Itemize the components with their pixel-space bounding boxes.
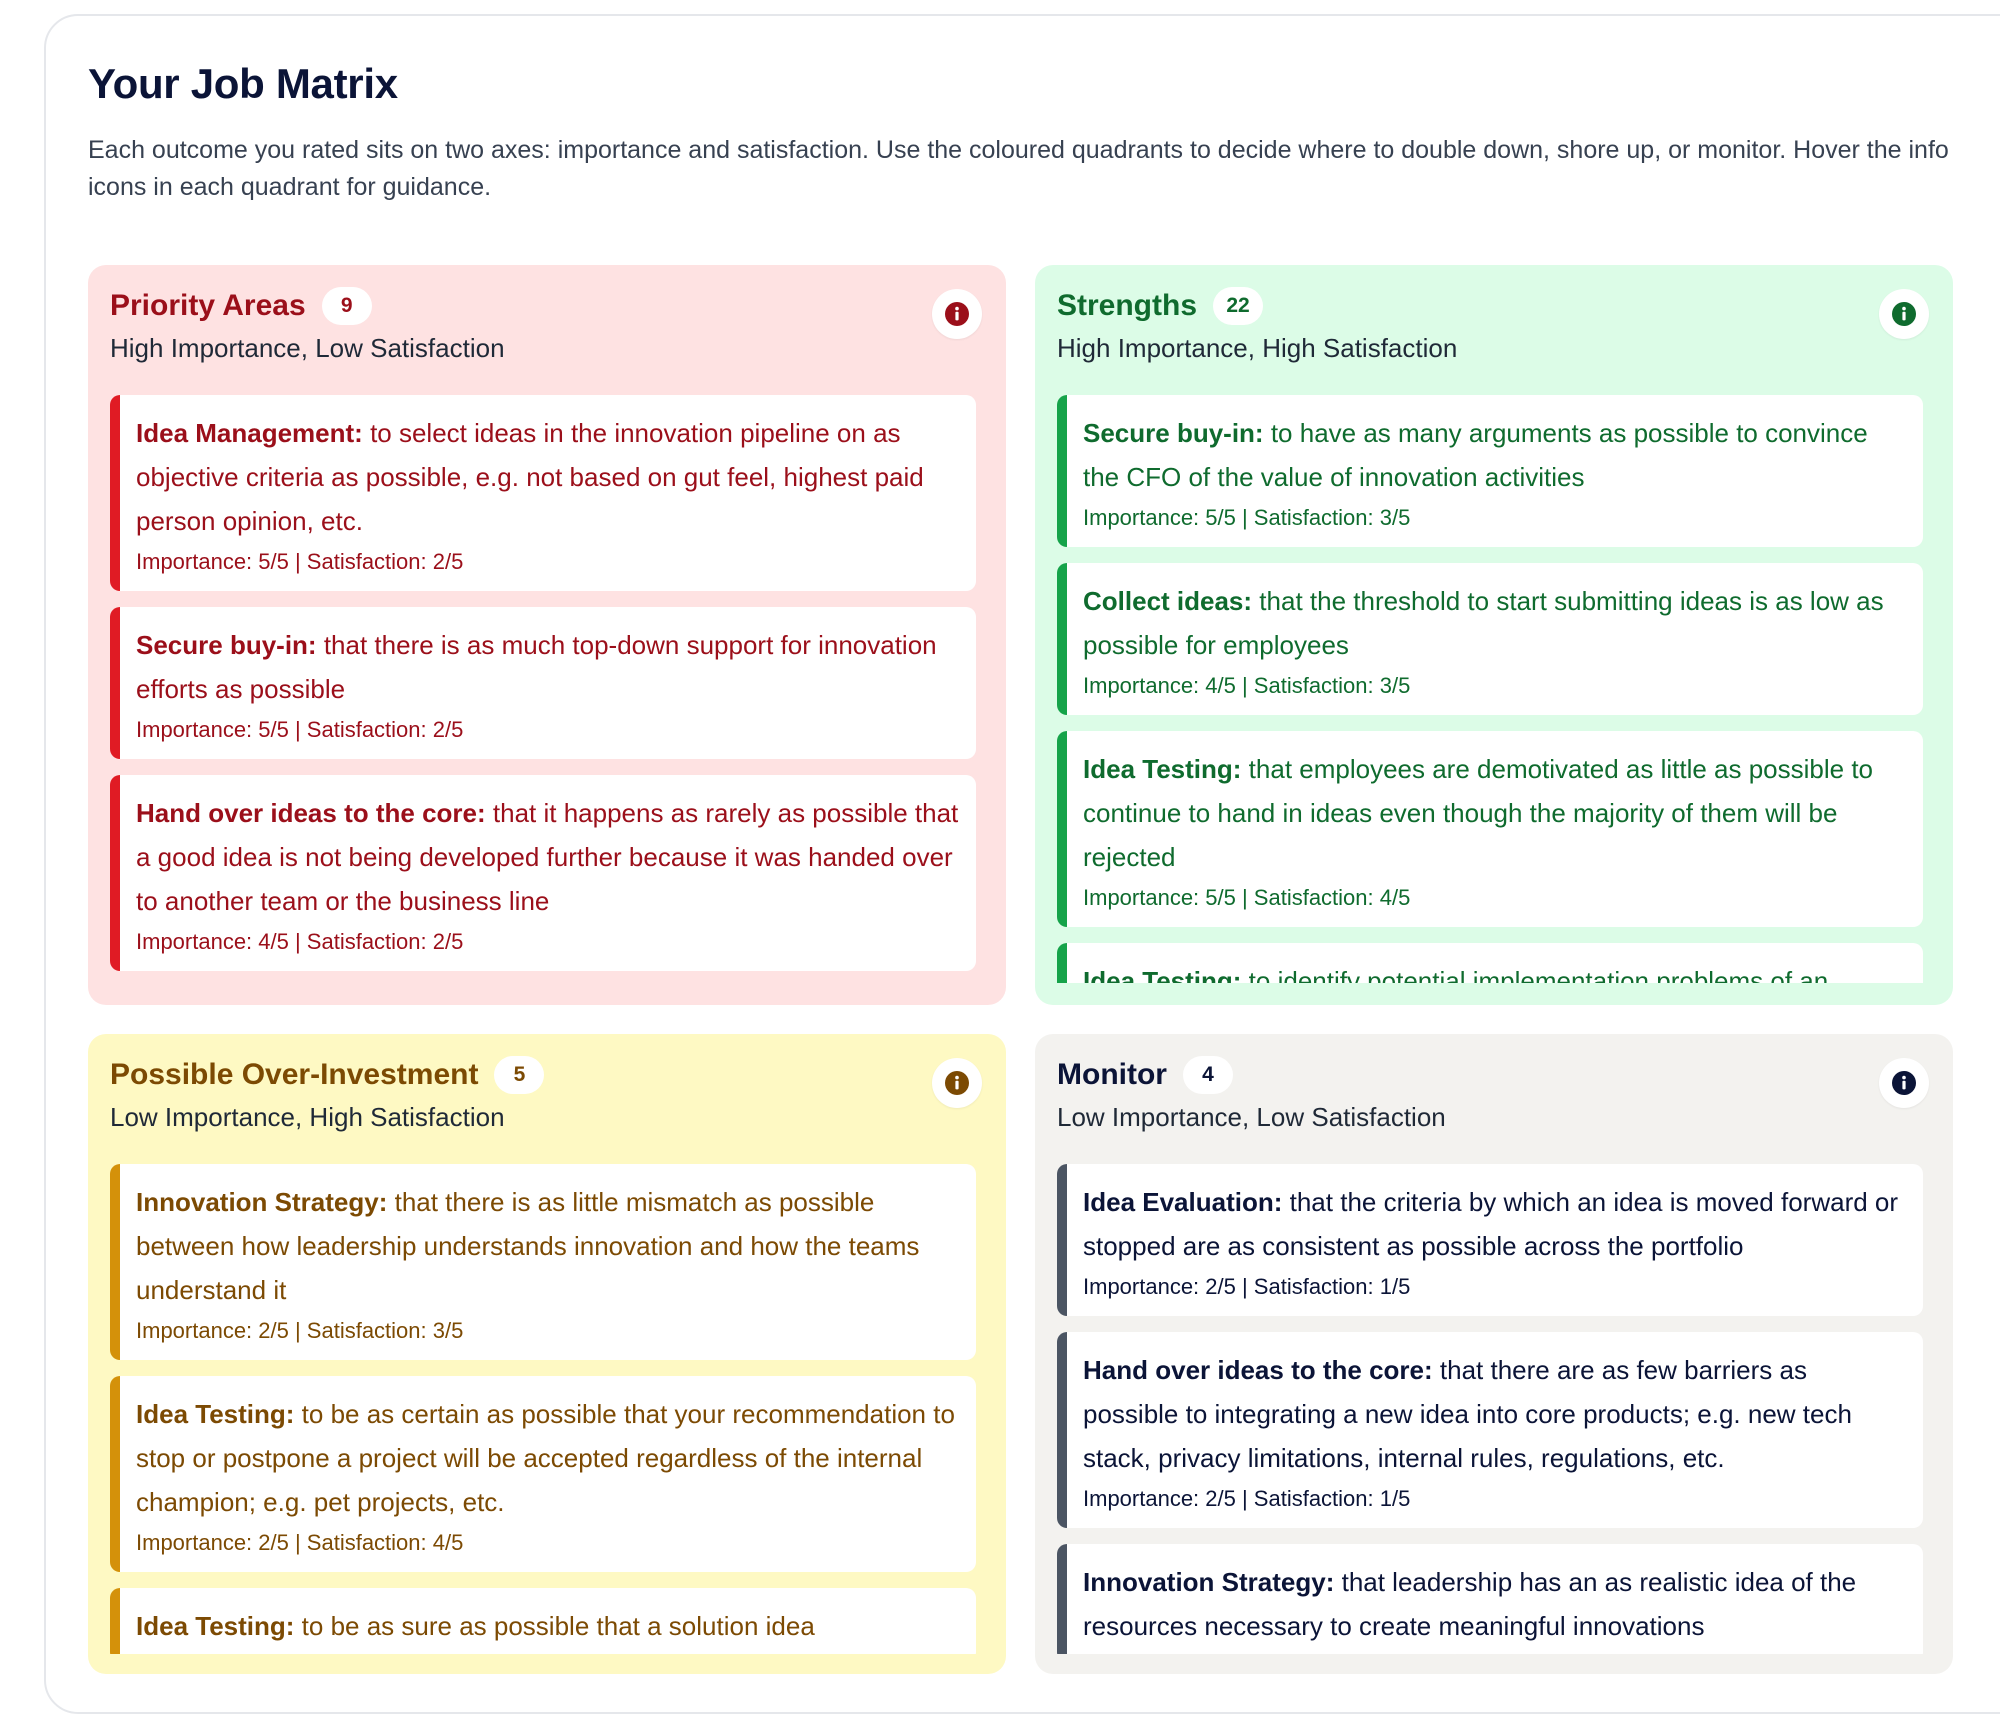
quadrant-header: Possible Over-Investment 5 <box>110 1056 545 1094</box>
quadrant-subtitle: High Importance, Low Satisfaction <box>110 333 505 363</box>
outcome-job: Idea Management: <box>136 418 363 448</box>
quadrant-header: Monitor 4 <box>1057 1056 1233 1094</box>
outcome-card[interactable]: Hand over ideas to the core: that there … <box>1057 1332 1923 1528</box>
outcome-card[interactable]: Idea Evaluation: that the criteria by wh… <box>1057 1164 1923 1316</box>
outcome-ratings: Importance: 4/5 | Satisfaction: 2/5 <box>136 929 464 954</box>
count-badge: 5 <box>494 1056 545 1094</box>
outcome-job: Idea Testing: <box>136 1399 295 1429</box>
info-icon[interactable] <box>1879 289 1929 339</box>
outcome-card[interactable]: Idea Testing: that employees are demotiv… <box>1057 731 1923 927</box>
outcome-job: Hand over ideas to the core: <box>1083 1355 1433 1385</box>
quadrant-title: Possible Over-Investment <box>110 1058 479 1091</box>
outcome-ratings: Importance: 5/5 | Satisfaction: 2/5 <box>136 717 464 742</box>
outcome-ratings: Importance: 5/5 | Satisfaction: 2/5 <box>136 549 464 574</box>
quadrant-subtitle: High Importance, High Satisfaction <box>1057 333 1458 363</box>
info-icon[interactable] <box>932 289 982 339</box>
quadrant-subtitle: Low Importance, High Satisfaction <box>110 1102 505 1132</box>
outcome-card[interactable]: Idea Testing: to be as certain as possib… <box>110 1376 976 1572</box>
outcome-card[interactable]: Idea Testing: to identify potential impl… <box>1057 943 1923 983</box>
outcome-job: Innovation Strategy: <box>136 1187 388 1217</box>
quadrant-subtitle: Low Importance, Low Satisfaction <box>1057 1102 1446 1132</box>
quadrant-monitor: Monitor 4 Low Importance, Low Satisfacti… <box>1035 1034 1953 1674</box>
outcome-ratings: Importance: 4/5 | Satisfaction: 3/5 <box>1083 673 1411 698</box>
outcome-card[interactable]: Collect ideas: that the threshold to sta… <box>1057 563 1923 715</box>
outcome-list[interactable]: Idea Evaluation: that the criteria by wh… <box>1057 1164 1923 1654</box>
quadrant-title: Monitor <box>1057 1058 1167 1091</box>
quadrant-possible-over-investment: Possible Over-Investment 5 Low Importanc… <box>88 1034 1006 1674</box>
outcome-card[interactable]: Innovation Strategy: that there is as li… <box>110 1164 976 1360</box>
outcome-job: Collect ideas: <box>1083 586 1253 616</box>
outcome-ratings: Importance: 2/5 | Satisfaction: 4/5 <box>136 1530 464 1555</box>
outcome-ratings: Importance: 2/5 | Satisfaction: 3/5 <box>136 1318 464 1343</box>
outcome-ratings: Importance: 2/5 | Satisfaction: 1/5 <box>1083 1486 1411 1511</box>
outcome-job: Secure buy-in: <box>136 630 317 660</box>
outcome-job: Innovation Strategy: <box>1083 1567 1335 1597</box>
info-icon[interactable] <box>1879 1058 1929 1108</box>
quadrant-title: Priority Areas <box>110 289 306 322</box>
count-badge: 4 <box>1182 1056 1233 1094</box>
outcome-ratings: Importance: 5/5 | Satisfaction: 4/5 <box>1083 885 1411 910</box>
outcome-job: Idea Evaluation: <box>1083 1187 1283 1217</box>
outcome-ratings: Importance: 2/5 | Satisfaction: 1/5 <box>1083 1274 1411 1299</box>
outcome-ratings: Importance: 5/5 | Satisfaction: 3/5 <box>1083 505 1411 530</box>
outcome-text: to identify potential implementation pro… <box>1248 966 1829 983</box>
page-description: Each outcome you rated sits on two axes:… <box>88 136 1949 201</box>
outcome-card[interactable]: Hand over ideas to the core: that it hap… <box>110 775 976 971</box>
outcome-card[interactable]: Innovation Strategy: that leadership has… <box>1057 1544 1923 1654</box>
quadrant-priority-areas: Priority Areas 9 High Importance, Low Sa… <box>88 265 1006 1005</box>
outcome-job: Hand over ideas to the core: <box>136 798 486 828</box>
quadrant-header: Strengths 22 <box>1057 287 1264 325</box>
quadrant-strengths: Strengths 22 High Importance, High Satis… <box>1035 265 1953 1005</box>
count-badge: 22 <box>1213 287 1264 325</box>
outcome-list[interactable]: Innovation Strategy: that there is as li… <box>110 1164 976 1654</box>
info-icon[interactable] <box>932 1058 982 1108</box>
outcome-job: Idea Testing: <box>1083 754 1242 784</box>
outcome-card[interactable]: Secure buy-in: that there is as much top… <box>110 607 976 759</box>
outcome-list[interactable]: Idea Management: to select ideas in the … <box>110 395 976 985</box>
outcome-card[interactable]: Secure buy-in: to have as many arguments… <box>1057 395 1923 547</box>
outcome-list[interactable]: Secure buy-in: to have as many arguments… <box>1057 395 1923 983</box>
quadrant-header: Priority Areas 9 <box>110 287 372 325</box>
outcome-card[interactable]: Idea Testing: to be as sure as possible … <box>110 1588 976 1654</box>
quadrant-title: Strengths <box>1057 289 1198 322</box>
count-badge: 9 <box>321 287 372 325</box>
outcome-card[interactable]: Idea Management: to select ideas in the … <box>110 395 976 591</box>
outcome-job: Secure buy-in: <box>1083 418 1264 448</box>
page-title: Your Job Matrix <box>88 60 398 107</box>
outcome-job: Idea Testing: <box>1083 966 1242 983</box>
